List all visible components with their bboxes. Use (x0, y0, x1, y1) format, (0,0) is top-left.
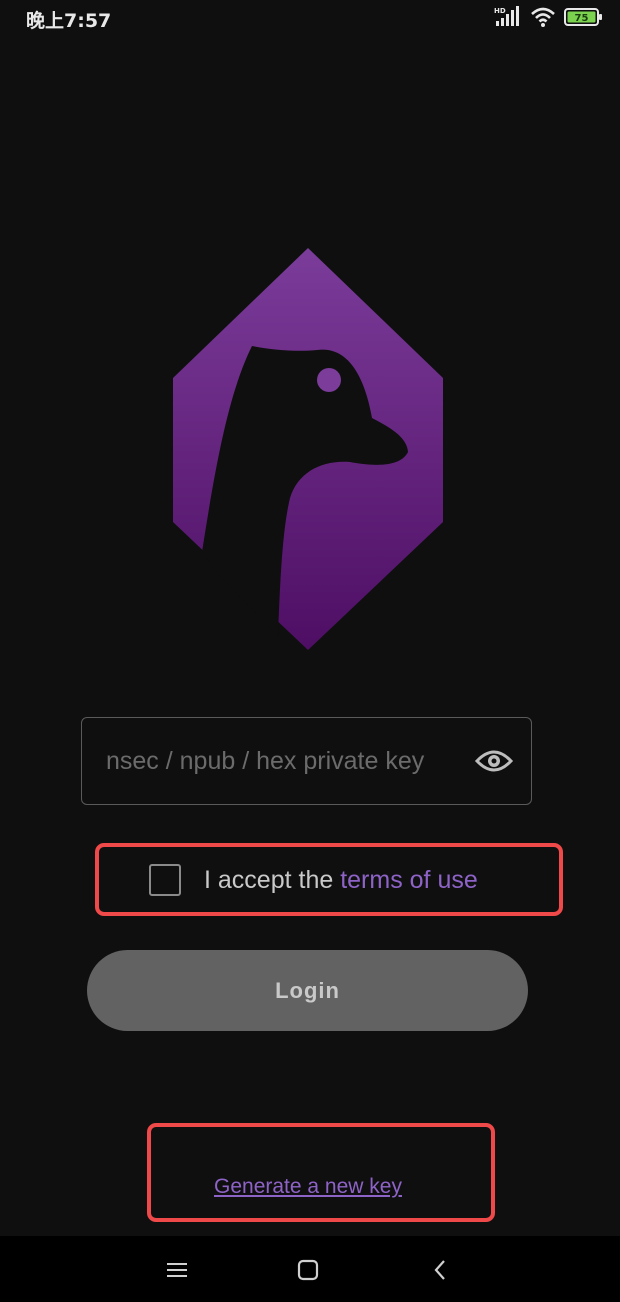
status-icons: HD 75 (494, 6, 604, 28)
home-icon[interactable] (295, 1258, 321, 1282)
terms-of-use-link[interactable]: terms of use (340, 866, 478, 894)
terms-checkbox[interactable] (149, 864, 181, 896)
goose-logo (173, 248, 443, 650)
menu-icon[interactable] (164, 1258, 190, 1282)
back-icon[interactable] (428, 1258, 454, 1282)
login-screen: 晚上7:57 HD 75 nsec / npub / hex private k… (0, 0, 620, 1302)
wifi-icon (531, 7, 555, 27)
status-bar: 晚上7:57 HD 75 (0, 0, 620, 34)
network-type-label: HD (494, 7, 506, 15)
generate-key-link[interactable]: Generate a new key (147, 1175, 469, 1199)
terms-prefix: I accept the (204, 866, 341, 894)
login-button[interactable]: Login (87, 950, 528, 1031)
battery-level: 75 (575, 13, 589, 24)
private-key-field (81, 717, 532, 805)
generate-key-highlight-box (147, 1123, 495, 1222)
battery-icon: 75 (564, 8, 602, 26)
cellular-signal-icon: HD (494, 6, 519, 26)
status-time: 晚上7:57 (26, 10, 112, 32)
private-key-input[interactable] (106, 718, 461, 804)
eye-icon[interactable] (475, 747, 513, 775)
terms-label: I accept the terms of use (204, 864, 478, 896)
system-navigation-bar (0, 1236, 620, 1302)
